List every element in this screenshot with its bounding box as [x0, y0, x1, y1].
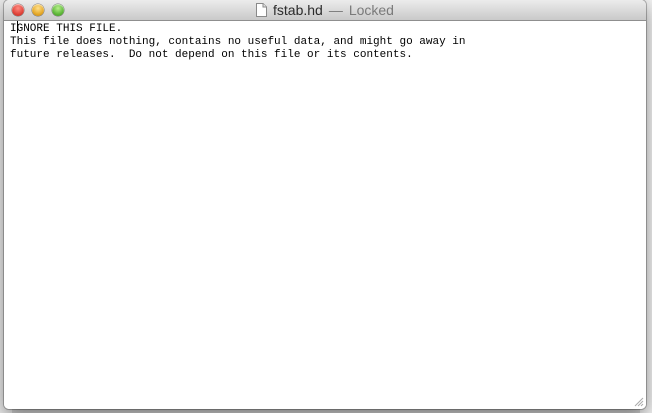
file-name: fstab.hd: [273, 2, 323, 18]
text-line-2: This file does nothing, contains no usef…: [10, 36, 466, 48]
title-bar[interactable]: fstab.hd — Locked: [4, 0, 646, 21]
document-text[interactable]: IGNORE THIS FILE. This file does nothing…: [10, 21, 640, 62]
text-editor-area[interactable]: IGNORE THIS FILE. This file does nothing…: [4, 21, 646, 409]
document-icon[interactable]: [256, 3, 267, 17]
lock-status[interactable]: Locked: [349, 2, 394, 18]
desktop: fstab.hd — Locked IGNORE THIS FILE. This…: [0, 0, 652, 413]
window-title: fstab.hd — Locked: [4, 0, 646, 20]
text-line-3: future releases. Do not depend on this f…: [10, 49, 413, 61]
text-line-1: GNORE THIS FILE.: [16, 23, 123, 35]
title-separator: —: [328, 2, 343, 18]
textedit-window: fstab.hd — Locked IGNORE THIS FILE. This…: [4, 0, 646, 409]
first-letter: I: [10, 23, 17, 35]
resize-grip-icon[interactable]: [634, 397, 644, 407]
